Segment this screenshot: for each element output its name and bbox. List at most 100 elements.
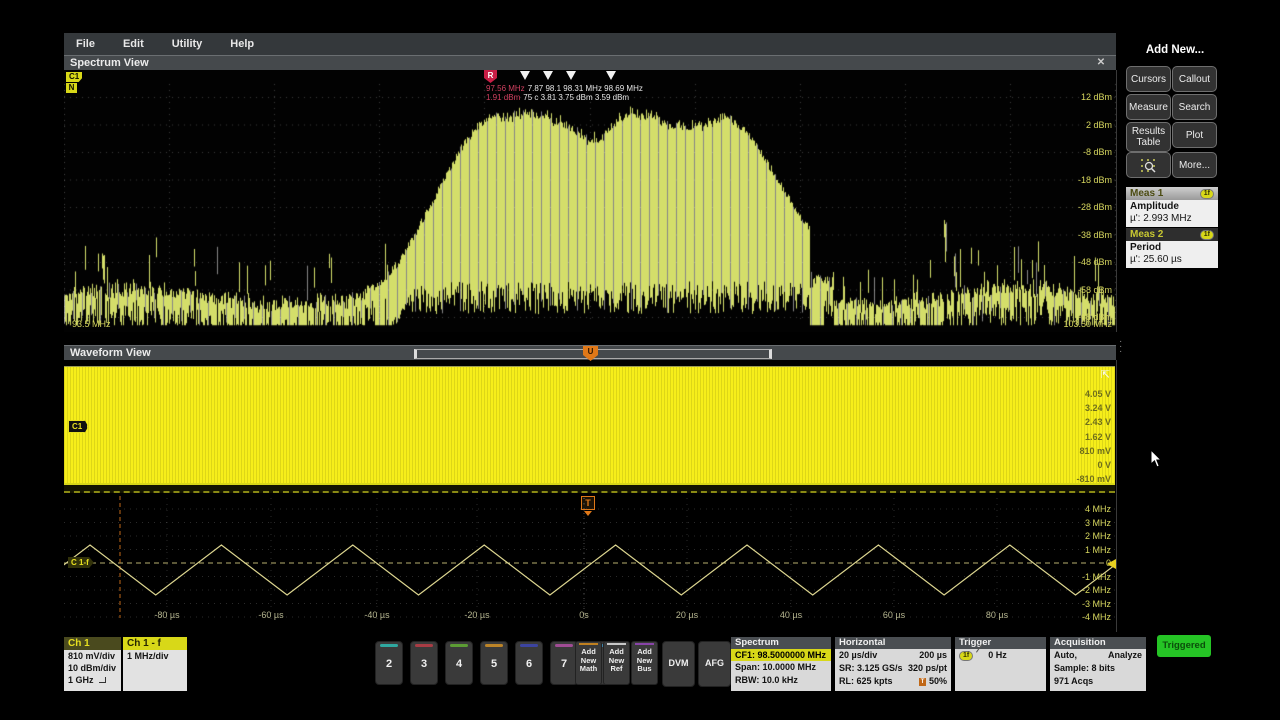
rbw-value: RBW: 10.0 kHz — [731, 674, 831, 687]
horizontal-settings-box[interactable]: Horizontal 20 µs/div200 µs SR: 3.125 GS/… — [835, 637, 951, 691]
stop-frequency-label: 103.50 MHz — [1063, 319, 1112, 329]
peak-marker-icon[interactable] — [520, 71, 530, 80]
waveform-view-title-bar[interactable]: Waveform View U — [64, 345, 1116, 360]
panel-resize-handle[interactable]: ··· — [1119, 339, 1122, 354]
c1-frequency-trace[interactable] — [64, 545, 1116, 595]
channel-7-button[interactable]: 7 — [550, 641, 578, 685]
channel-color-stripe — [485, 644, 503, 647]
meas1-source-badge: 1f — [1200, 189, 1214, 199]
rising-edge-icon — [976, 651, 985, 661]
record-length-value: RL: 625 kpts — [839, 675, 893, 688]
menu-item-edit[interactable]: Edit — [111, 38, 160, 50]
ch1-setting-row: 810 mV/div — [64, 650, 121, 662]
channel-3-button[interactable]: 3 — [410, 641, 438, 685]
add-color-stripe — [607, 643, 626, 645]
timebase-value: 20 µs/div — [839, 649, 877, 662]
center-frequency-value[interactable]: CF1: 98.5000000 MHz — [731, 649, 831, 661]
trigger-level-value: 0 Hz — [988, 649, 1007, 662]
ch1-setting-row: 10 dBm/div — [64, 662, 121, 674]
add-new-results-table-button[interactable]: Results Table — [1126, 122, 1171, 152]
voltage-label: 3.24 V — [1085, 403, 1111, 413]
c1-channel-tag[interactable]: C1 — [68, 420, 88, 433]
spectrum-view-title-bar[interactable]: Spectrum View ✕ — [64, 55, 1116, 70]
menu-item-help[interactable]: Help — [218, 38, 270, 50]
waveform-handle-icon[interactable]: ⇱ — [1101, 368, 1110, 381]
close-icon[interactable]: ✕ — [1094, 56, 1108, 70]
triggered-status-button[interactable]: Triggered — [1157, 635, 1211, 657]
frequency-label: -2 MHz — [1082, 585, 1111, 595]
sample-bits-value: Sample: 8 bits — [1050, 662, 1146, 675]
ch1-f-badge-title[interactable]: Ch 1 - f — [123, 637, 187, 650]
y-axis-label: -38 dBm — [1078, 230, 1112, 240]
ch1-f-badge-card[interactable]: Ch 1 - f 1 MHz/div — [123, 637, 187, 691]
meas2-type: Period — [1126, 241, 1218, 254]
time-label: 20 µs — [676, 610, 698, 620]
y-axis-label: -58 dBm — [1078, 285, 1112, 295]
peak-marker-icon[interactable] — [543, 71, 553, 80]
channel-button-label: 5 — [481, 658, 507, 670]
ch1-f-setting-row: 1 MHz/div — [123, 650, 187, 662]
channel-button-label: 6 — [516, 658, 542, 670]
channel-color-stripe — [450, 644, 468, 647]
add-new-plot-button[interactable]: Plot — [1172, 122, 1217, 148]
waveform-plot-area[interactable]: ⇱ 4.05 V3.24 V2.43 V1.62 V810 mV0 V-810 … — [64, 360, 1117, 632]
channel-6-button[interactable]: 6 — [515, 641, 543, 685]
add-new-callout-button[interactable]: Callout — [1172, 66, 1217, 92]
time-label: -40 µs — [364, 610, 389, 620]
acquisition-box-title: Acquisition — [1050, 637, 1146, 649]
time-label: 80 µs — [986, 610, 1008, 620]
time-label: -20 µs — [464, 610, 489, 620]
frequency-label: -1 MHz — [1082, 572, 1111, 582]
meas1-badge[interactable]: Meas 11f Amplitude µ': 2.993 MHz — [1126, 187, 1218, 227]
menu-bar: FileEditUtilityHelp — [64, 33, 1116, 56]
dvm-button[interactable]: DVM — [662, 641, 695, 687]
add-new-search-button[interactable]: Search — [1172, 94, 1217, 120]
time-label: 60 µs — [883, 610, 905, 620]
trigger-source-badge: 1f — [959, 651, 973, 661]
ch1-setting-row: 1 GHz — [64, 674, 121, 686]
add-new-cursors-button[interactable]: Cursors — [1126, 66, 1171, 92]
spectrum-plot-area[interactable]: C1 N R 97.56 MHz7.87 98.1 98.31 MHz 98.6… — [64, 70, 1117, 332]
voltage-label: 0 V — [1097, 460, 1111, 470]
spectrum-channel-badge[interactable]: C1 N — [66, 72, 82, 93]
trigger-settings-box[interactable]: Trigger 1f 0 Hz — [955, 637, 1046, 691]
peak-marker-icon[interactable] — [566, 71, 576, 80]
channel-button-label: 3 — [411, 658, 437, 670]
add-new-ref-button[interactable]: Add New Ref — [603, 641, 630, 685]
c1-freq-math-tag[interactable]: C 1-f — [68, 557, 94, 568]
channel-color-stripe — [555, 644, 573, 647]
peak-marker-icon[interactable] — [606, 71, 616, 80]
ch1-badge-title[interactable]: Ch 1 — [64, 637, 121, 650]
mouse-cursor — [1150, 449, 1164, 469]
channel-4-button[interactable]: 4 — [445, 641, 473, 685]
freq-vs-time-plot[interactable] — [64, 490, 1116, 632]
channel-color-stripe — [415, 644, 433, 647]
menu-item-file[interactable]: File — [64, 38, 111, 50]
zoom-tool-button[interactable] — [1126, 152, 1171, 178]
meas1-title: Meas 1 — [1130, 187, 1163, 200]
add-new-bus-button[interactable]: Add New Bus — [631, 641, 658, 685]
menu-item-utility[interactable]: Utility — [160, 38, 219, 50]
c1-badge[interactable]: C1 — [66, 72, 82, 82]
time-label: -60 µs — [258, 610, 283, 620]
add-new-math-button[interactable]: Add New Math — [575, 641, 602, 685]
spectrum-trace-canvas — [64, 70, 1116, 332]
waveform-view-title: Waveform View — [70, 347, 151, 359]
normal-trace-badge[interactable]: N — [66, 83, 77, 93]
time-label: 0s — [579, 610, 589, 620]
time-label: -80 µs — [154, 610, 179, 620]
channel-5-button[interactable]: 5 — [480, 641, 508, 685]
add-new-more-button[interactable]: More... — [1172, 152, 1217, 178]
acq-count-value: 971 Acqs — [1050, 675, 1146, 688]
ch1-waveform-band[interactable] — [64, 366, 1115, 484]
meas2-badge[interactable]: Meas 21f Period µ': 25.60 µs — [1126, 228, 1218, 268]
spectrum-settings-box[interactable]: Spectrum CF1: 98.5000000 MHz Span: 10.00… — [731, 637, 831, 691]
add-new-measure-button[interactable]: Measure — [1126, 94, 1171, 120]
ch1-badge-card[interactable]: Ch 1 810 mV/div10 dBm/div1 GHz — [64, 637, 121, 691]
add-color-stripe — [579, 643, 598, 645]
channel-2-button[interactable]: 2 — [375, 641, 403, 685]
acquisition-settings-box[interactable]: Acquisition Auto,Analyze Sample: 8 bits … — [1050, 637, 1146, 691]
zero-level-arrow-icon[interactable] — [1107, 559, 1116, 569]
add-color-stripe — [635, 643, 654, 645]
afg-button[interactable]: AFG — [698, 641, 731, 687]
